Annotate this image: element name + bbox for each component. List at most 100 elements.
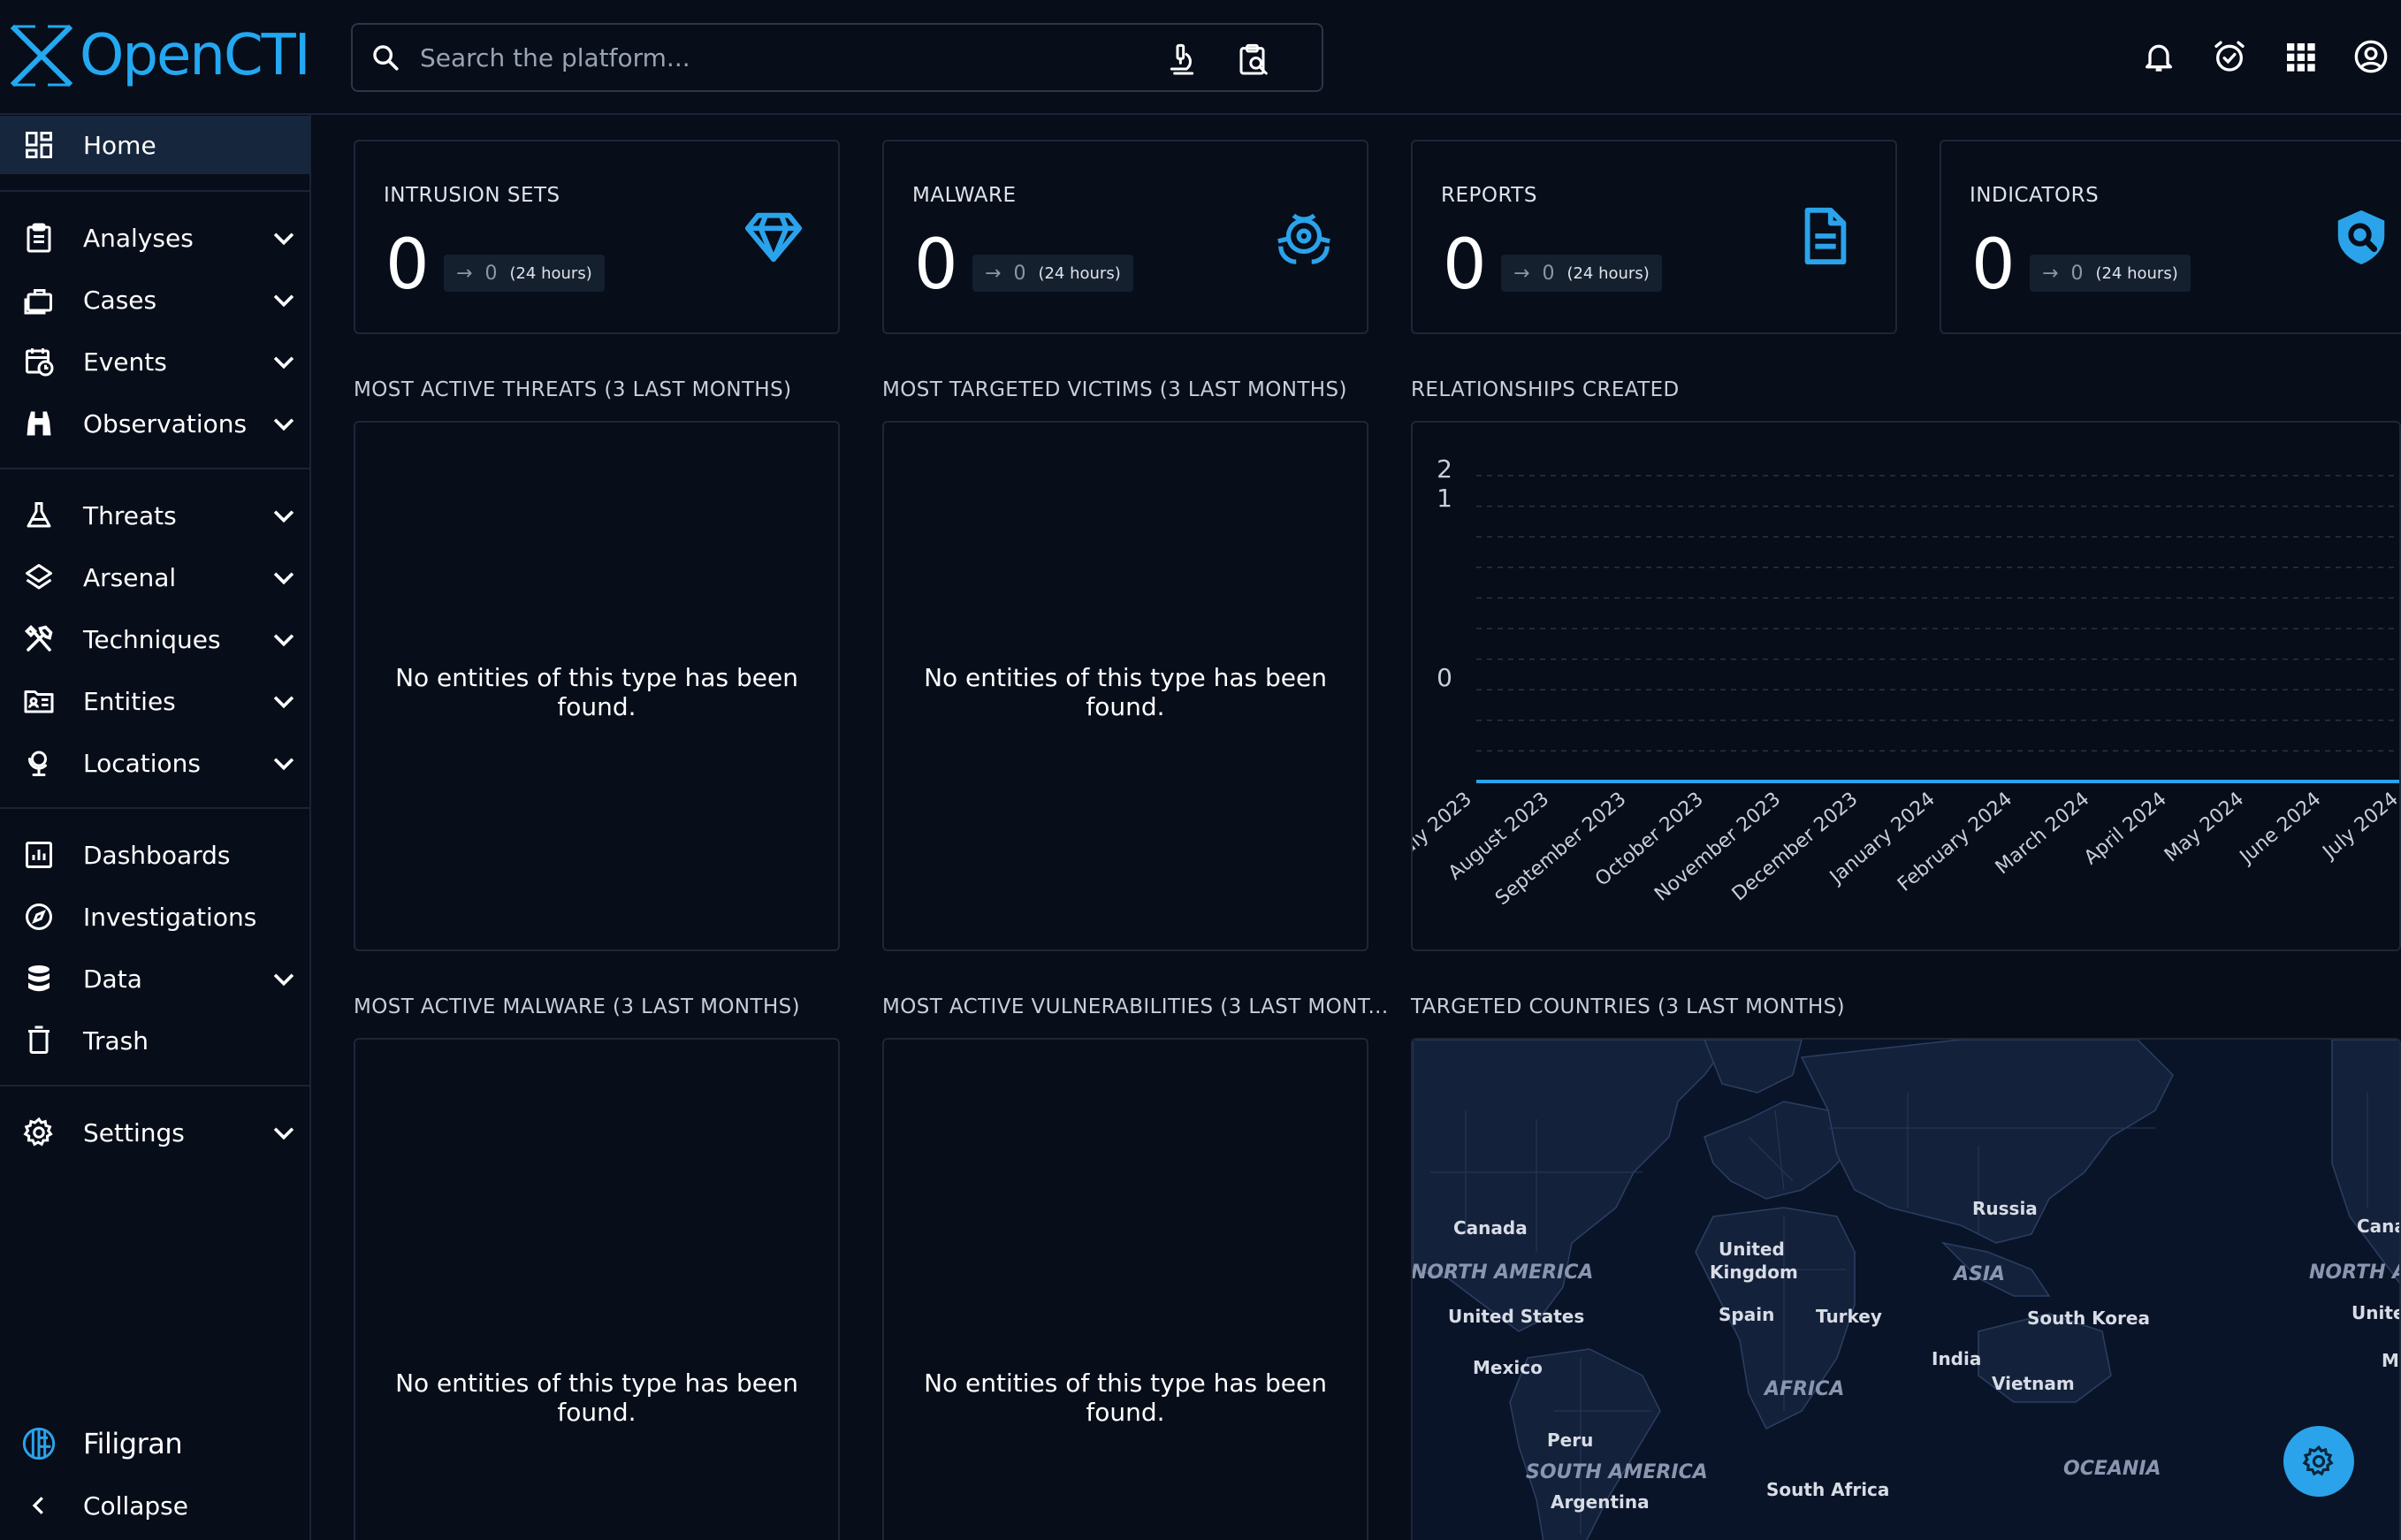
widget-targeted-countries-map[interactable]: Canada NORTH AMERICA United States Mexico Pe… (1411, 1038, 2401, 1540)
sidebar-item-investigations[interactable]: Investigations (0, 888, 309, 946)
empty-message: No entities of this type has been found. (395, 1368, 798, 1427)
card-title: MALWARE (912, 184, 1017, 207)
gear-icon (21, 1115, 57, 1150)
search-bar[interactable] (351, 23, 1323, 92)
widget-most-active-vulnerabilities: No entities of this type has been found. (882, 1038, 1368, 1540)
account-icon[interactable] (2348, 32, 2394, 81)
card-reports[interactable]: REPORTS 0 → 0 (24 hours) (1411, 140, 1897, 334)
filigran-text: Filigran (83, 1427, 183, 1460)
filigran-brand[interactable]: Filigran (0, 1414, 309, 1473)
sidebar-item-observations[interactable]: Observations (0, 394, 309, 453)
sidebar-item-locations[interactable]: Locations (0, 734, 309, 792)
sidebar-item-arsenal[interactable]: Arsenal (0, 548, 309, 606)
map-country-label: Peru (1547, 1429, 1593, 1451)
card-delta: → 0 (24 hours) (444, 255, 605, 292)
folder-account-icon (21, 683, 57, 719)
sidebar-label-trash: Trash (83, 1025, 149, 1056)
map-country-label: Argentina (1551, 1491, 1650, 1513)
widget-most-active-malware: No entities of this type has been found. (354, 1038, 840, 1540)
sidebar-item-cases[interactable]: Cases (0, 271, 309, 329)
card-delta: → 0 (24 hours) (1501, 255, 1662, 292)
map-country-label: Cana (2357, 1216, 2401, 1237)
collapse-button[interactable]: Collapse (0, 1476, 309, 1535)
card-value: 0 (914, 225, 958, 305)
widget-title-countries: TARGETED COUNTRIES (3 LAST MONTHS) (1411, 995, 1846, 1018)
map-country-label: Russia (1972, 1198, 2038, 1219)
card-delta: → 0 (24 hours) (972, 255, 1133, 292)
x-tick-label: September 2023 (1491, 788, 1630, 910)
sidebar-label-data: Data (83, 964, 142, 994)
card-value: 0 (385, 225, 430, 305)
card-delta-value: 0 (484, 262, 498, 285)
clipboard-text-icon (21, 220, 57, 255)
empty-message: No entities of this type has been found. (924, 1368, 1327, 1427)
map-country-label: Canada (1453, 1217, 1528, 1239)
layers-icon (21, 560, 57, 595)
apps-grid-icon[interactable] (2277, 32, 2323, 81)
sidebar-label-home: Home (83, 130, 156, 160)
globe-stand-icon (21, 745, 57, 781)
notifications-icon[interactable] (2136, 32, 2182, 81)
card-malware[interactable]: MALWARE 0 → 0 (24 hours) (882, 140, 1368, 334)
arrow-right-icon: → (2042, 262, 2059, 285)
sidebar-item-data[interactable]: Data (0, 949, 309, 1008)
card-value: 0 (1971, 225, 2016, 305)
chevron-down-icon (273, 634, 294, 647)
map-country-label: United States (1448, 1306, 1584, 1327)
gear-icon (2302, 1445, 2334, 1476)
card-delta: → 0 (24 hours) (2030, 255, 2191, 292)
sidebar-item-settings[interactable]: Settings (0, 1103, 309, 1162)
card-title: INDICATORS (1970, 184, 2100, 207)
card-intrusion-sets[interactable]: INTRUSION SETS 0 → 0 (24 hours) (354, 140, 840, 334)
logo-text: OpenCTI (80, 23, 311, 88)
sidebar: Home Analyses Cases Events Observations (0, 115, 311, 1540)
sidebar-label-investigations: Investigations (83, 902, 257, 932)
card-delta-period: (24 hours) (1038, 263, 1121, 283)
card-title: INTRUSION SETS (384, 184, 560, 207)
sidebar-item-events[interactable]: Events (0, 332, 309, 391)
alarm-icon[interactable] (2207, 32, 2252, 81)
card-indicators[interactable]: INDICATORS 0 → 0 (24 hours) (1940, 140, 2401, 334)
map-continent-label: ASIA (1952, 1263, 2005, 1285)
filigran-logo-icon (21, 1426, 57, 1461)
calendar-clock-icon (21, 344, 57, 379)
widget-title-threats: MOST ACTIVE THREATS (3 LAST MONTHS) (354, 378, 792, 401)
widget-most-active-threats: No entities of this type has been found. (354, 421, 840, 951)
sidebar-item-threats[interactable]: Threats (0, 486, 309, 545)
map-country-label: Vietnam (1992, 1373, 2075, 1394)
map-continent-label: NORTH AM (2309, 1262, 2401, 1284)
chevron-down-icon (273, 696, 294, 709)
opencti-logo[interactable]: OpenCTI (9, 18, 311, 94)
sidebar-label-cases: Cases (83, 285, 157, 315)
sidebar-label-threats: Threats (83, 500, 177, 530)
card-value: 0 (1443, 225, 1487, 305)
binoculars-icon (21, 406, 57, 441)
map-country-label: India (1932, 1348, 1981, 1369)
search-input[interactable] (420, 35, 1145, 80)
y-tick-label: 0 (1437, 663, 1452, 692)
sidebar-item-trash[interactable]: Trash (0, 1011, 309, 1070)
sidebar-item-home[interactable]: Home (0, 116, 309, 174)
chevron-down-icon (273, 233, 294, 246)
chevron-down-icon (273, 294, 294, 308)
trash-icon (21, 1023, 57, 1058)
chevron-down-icon (273, 418, 294, 431)
sidebar-divider (0, 190, 309, 192)
chart-box-icon (21, 837, 57, 873)
world-map[interactable]: Canada NORTH AMERICA United States Mexico Pe… (1413, 1040, 2401, 1540)
chevron-down-icon (273, 356, 294, 370)
sidebar-label-events: Events (83, 347, 167, 377)
sidebar-item-techniques[interactable]: Techniques (0, 610, 309, 668)
search-icon (373, 45, 399, 71)
microscope-icon[interactable] (1164, 42, 1200, 78)
biohazard-icon (1277, 213, 1330, 264)
card-delta-period: (24 hours) (2095, 263, 2178, 283)
sidebar-item-analyses[interactable]: Analyses (0, 209, 309, 267)
floating-settings-button[interactable] (2283, 1426, 2354, 1497)
widget-title-malware: MOST ACTIVE MALWARE (3 LAST MONTHS) (354, 995, 801, 1018)
widget-title-vulnerabilities: MOST ACTIVE VULNERABILITIES (3 LAST MONT… (882, 995, 1389, 1018)
arrow-right-icon: → (1513, 262, 1530, 285)
sidebar-item-entities[interactable]: Entities (0, 672, 309, 730)
sidebar-item-dashboards[interactable]: Dashboards (0, 826, 309, 884)
clipboard-search-icon[interactable] (1237, 42, 1272, 78)
